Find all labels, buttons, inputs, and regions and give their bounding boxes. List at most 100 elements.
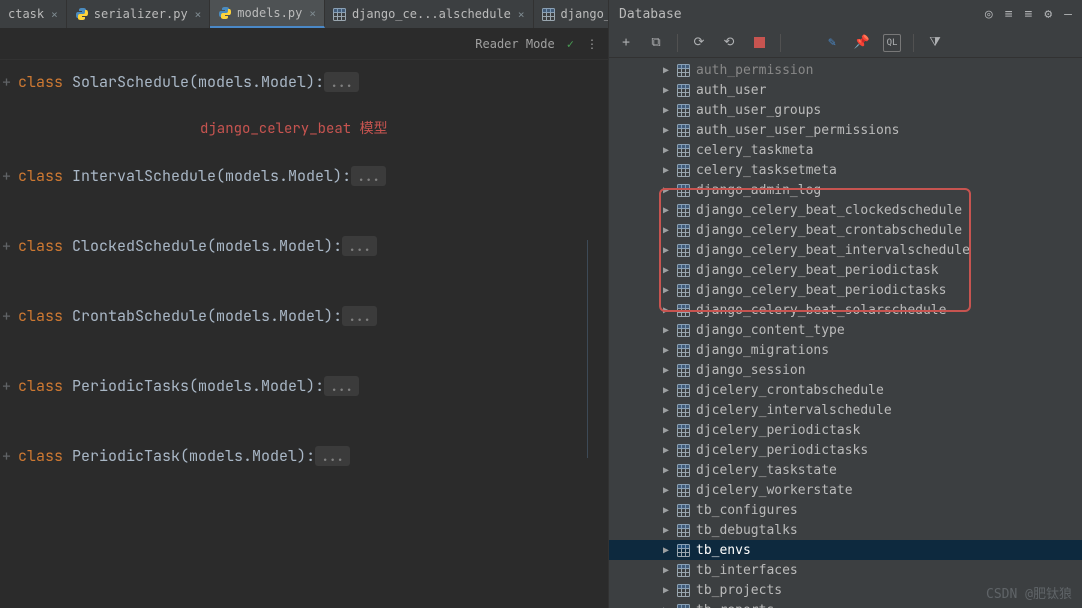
editor-panel: ctask×serializer.py×models.py×django_ce.… [0,0,608,608]
chevron-right-icon[interactable]: ▶ [661,385,671,396]
tab-models-py[interactable]: models.py × [210,0,325,28]
fold-icon[interactable]: + [2,374,11,398]
table-row[interactable]: ▶djcelery_periodictasks [609,440,1082,460]
close-icon[interactable]: × [51,8,58,21]
gear-icon[interactable]: ⚙ [1044,7,1052,22]
table-icon [677,444,690,457]
chevron-right-icon[interactable]: ▶ [661,605,671,608]
chevron-right-icon[interactable]: ▶ [661,225,671,236]
chevron-right-icon[interactable]: ▶ [661,425,671,436]
target-icon[interactable]: ◎ [985,7,993,22]
table-row[interactable]: ▶django_migrations [609,340,1082,360]
chevron-right-icon[interactable]: ▶ [661,405,671,416]
chevron-right-icon[interactable]: ▶ [661,565,671,576]
chevron-right-icon[interactable]: ▶ [661,265,671,276]
add-icon[interactable]: + [617,34,635,52]
chevron-right-icon[interactable]: ▶ [661,585,671,596]
table-view-icon[interactable] [793,34,811,52]
chevron-right-icon[interactable]: ▶ [661,165,671,176]
code-area[interactable]: +class SolarSchedule(models.Model):...dj… [0,60,608,608]
chevron-right-icon[interactable]: ▶ [661,445,671,456]
chevron-right-icon[interactable]: ▶ [661,505,671,516]
fold-icon[interactable]: + [2,70,11,94]
chevron-right-icon[interactable]: ▶ [661,205,671,216]
fold-icon[interactable]: + [2,304,11,328]
chevron-right-icon[interactable]: ▶ [661,185,671,196]
chevron-right-icon[interactable]: ▶ [661,545,671,556]
tab-serializer-py[interactable]: serializer.py× [67,0,211,28]
table-row[interactable]: ▶django_session [609,360,1082,380]
table-row[interactable]: ▶django_celery_beat_solarschedule [609,300,1082,320]
chevron-right-icon[interactable]: ▶ [661,305,671,316]
hide-icon[interactable]: — [1064,7,1072,22]
class-definition: class IntervalSchedule(models.Model):... [0,164,608,188]
table-row[interactable]: ▶tb_configures [609,500,1082,520]
table-row[interactable]: ▶ django_celery_beat_crontabschedule [609,220,1082,240]
table-row[interactable]: ▶auth_permission [609,60,1082,80]
chevron-right-icon[interactable]: ▶ [661,345,671,356]
table-row[interactable]: ▶djcelery_periodictask [609,420,1082,440]
tab-label: models.py [237,6,302,20]
more-icon[interactable]: ⋮ [586,37,598,51]
table-row[interactable]: ▶auth_user_groups [609,100,1082,120]
stop-icon[interactable] [750,34,768,52]
chevron-right-icon[interactable]: ▶ [661,485,671,496]
close-icon[interactable]: × [309,7,316,20]
chevron-right-icon[interactable]: ▶ [661,285,671,296]
chevron-right-icon[interactable]: ▶ [661,105,671,116]
table-row[interactable]: ▶django_celery_beat_intervalschedule [609,240,1082,260]
table-row[interactable]: ▶tb_debugtalks [609,520,1082,540]
table-row[interactable]: ▶djcelery_intervalschedule [609,400,1082,420]
chevron-right-icon[interactable]: ▶ [661,365,671,376]
table-row[interactable]: ▶django_celery_beat_periodictask [609,260,1082,280]
table-icon [677,264,690,277]
expand-icon[interactable]: ≡ [1025,7,1033,22]
chevron-right-icon[interactable]: ▶ [661,145,671,156]
table-row[interactable]: ▶djcelery_crontabschedule [609,380,1082,400]
table-icon [677,604,690,608]
chevron-right-icon[interactable]: ▶ [661,85,671,96]
reader-mode-label[interactable]: Reader Mode [475,37,554,51]
table-name: django_celery_beat_crontabschedule [696,223,962,238]
chevron-right-icon[interactable]: ▶ [661,525,671,536]
close-icon[interactable]: × [518,8,525,21]
table-icon [677,184,690,197]
table-row[interactable]: ▶djcelery_workerstate [609,480,1082,500]
chevron-right-icon[interactable]: ▶ [661,65,671,76]
tab-django_ce-alschedule[interactable]: django_ce...alschedule× [325,0,534,28]
fold-icon[interactable]: + [2,444,11,468]
duplicate-icon[interactable]: ⧉ [647,34,665,52]
table-row[interactable]: ▶celery_tasksetmeta [609,160,1082,180]
check-icon[interactable]: ✓ [567,37,574,51]
table-row[interactable]: ▶auth_user_user_permissions [609,120,1082,140]
database-tree[interactable]: ▶auth_permission ▶ auth_user ▶auth_user_gro… [609,58,1082,608]
table-row[interactable]: ▶tb_interfaces [609,560,1082,580]
close-icon[interactable]: × [195,8,202,21]
ql-icon[interactable]: QL [883,34,901,52]
table-row[interactable]: ▶django_admin_log [609,180,1082,200]
edit-icon[interactable]: ✎ [823,34,841,52]
table-row[interactable]: ▶celery_taskmeta [609,140,1082,160]
table-icon [677,164,690,177]
chevron-right-icon[interactable]: ▶ [661,465,671,476]
chevron-right-icon[interactable]: ▶ [661,245,671,256]
table-icon [677,484,690,497]
tab-ctask[interactable]: ctask× [0,0,67,28]
collapse-icon[interactable]: ≡ [1005,7,1013,22]
table-row[interactable]: ▶ auth_user [609,80,1082,100]
table-name: django_celery_beat_periodictasks [696,283,946,298]
filter-icon[interactable]: ⧩ [926,34,944,52]
table-row[interactable]: ▶tb_envs [609,540,1082,560]
table-row[interactable]: ▶django_content_type [609,320,1082,340]
sync-icon[interactable]: ⟲ [720,34,738,52]
refresh-icon[interactable]: ⟳ [690,34,708,52]
chevron-right-icon[interactable]: ▶ [661,325,671,336]
table-row[interactable]: ▶ django_celery_beat_periodictasks [609,280,1082,300]
chevron-right-icon[interactable]: ▶ [661,125,671,136]
fold-icon[interactable]: + [2,234,11,258]
fold-icon[interactable]: + [2,164,11,188]
table-name: auth_user [696,83,766,98]
table-row[interactable]: ▶django_celery_beat_clockedschedule [609,200,1082,220]
pin-icon[interactable]: 📌 [853,34,871,52]
table-row[interactable]: ▶djcelery_taskstate [609,460,1082,480]
